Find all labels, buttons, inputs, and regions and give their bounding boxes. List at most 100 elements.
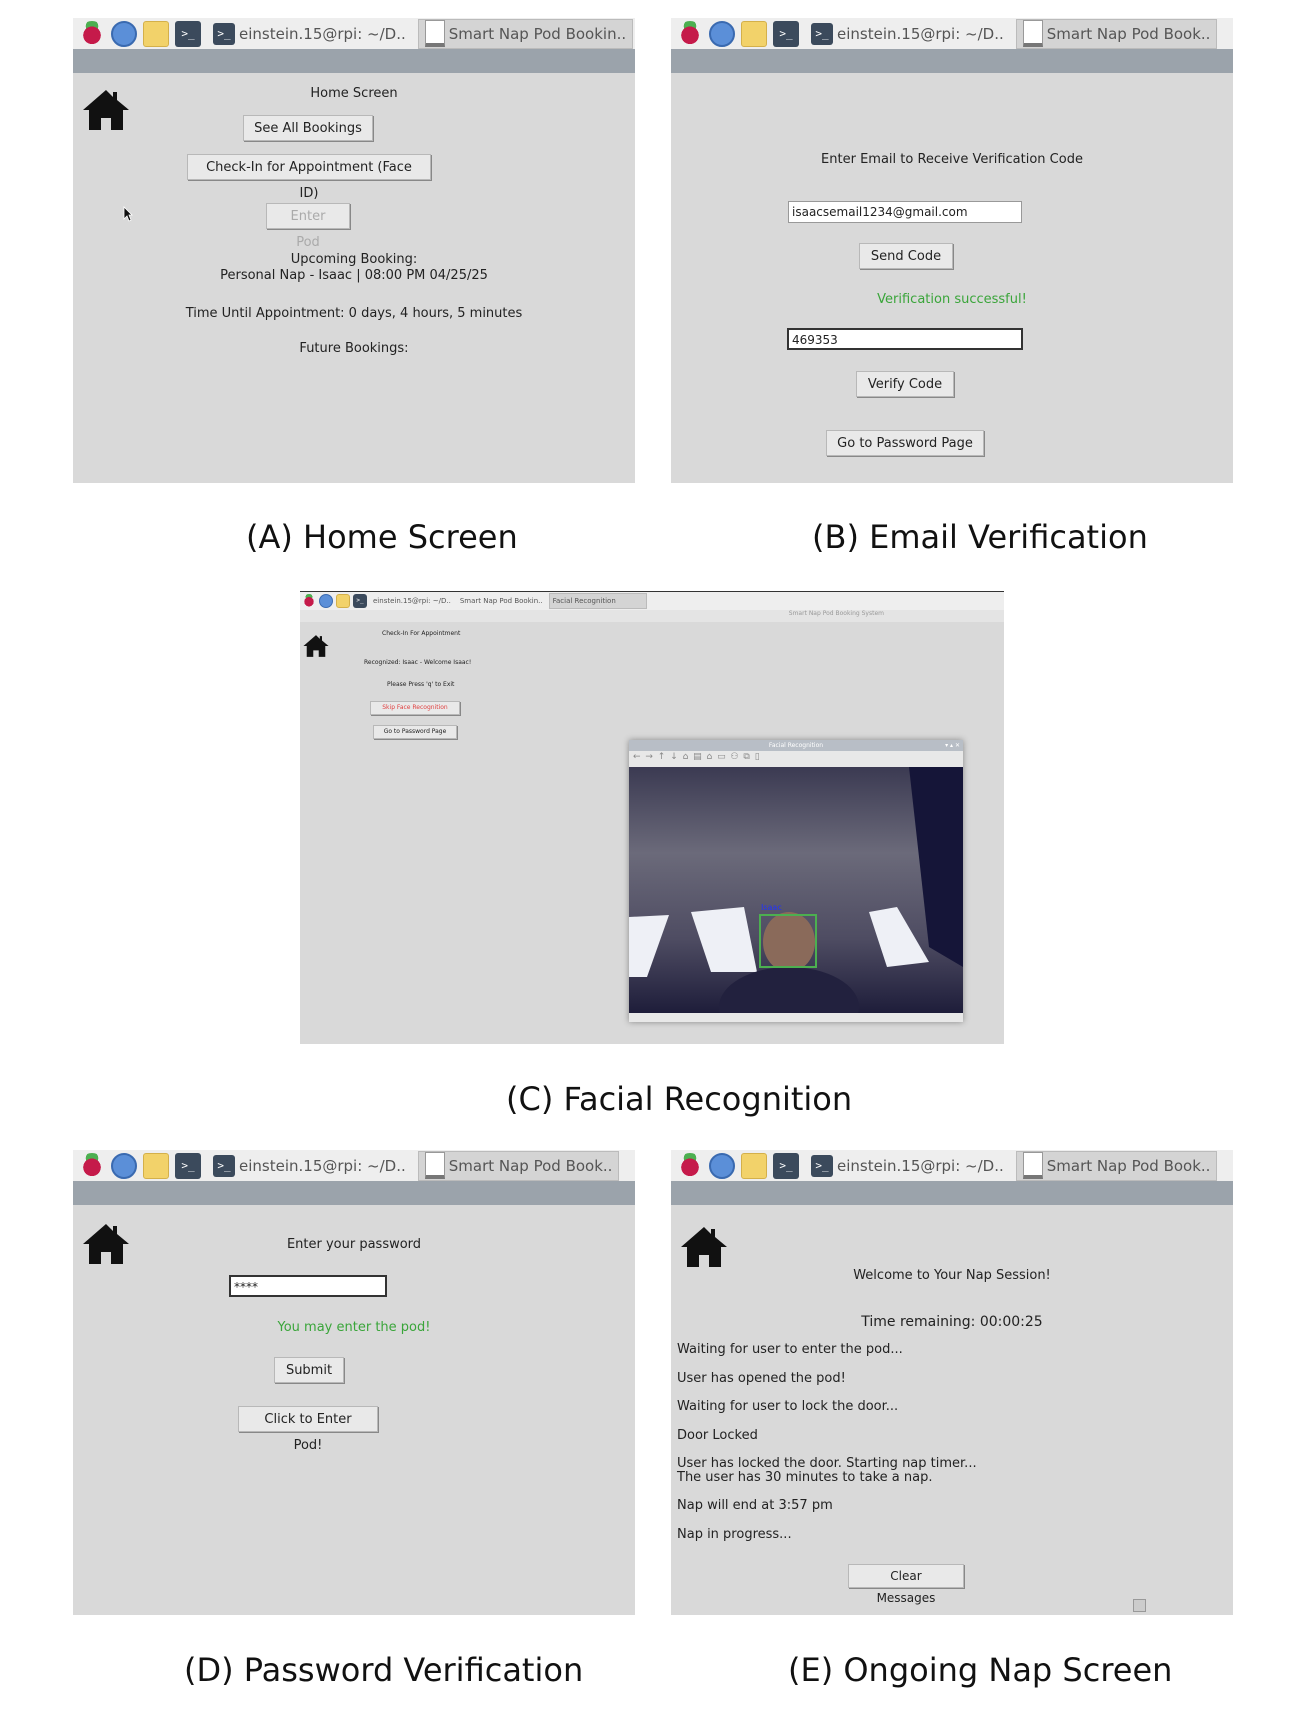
caption-email-verification: (B) Email Verification (812, 518, 1148, 556)
popup-toolbar-icons[interactable]: ← → ↑ ↓ ⌂ ▤ ⌂ ▭ ⚇ ⧉ ▯ (633, 752, 761, 762)
terminal-icon[interactable]: >_ (175, 20, 201, 47)
home-icon[interactable] (302, 634, 330, 658)
window-icon (1022, 20, 1043, 47)
window-titlebar (73, 1181, 635, 1205)
taskbar: >_ einstein.15@rpi: ~/D.. Smart Nap Pod … (300, 592, 1004, 610)
upcoming-booking-value: Personal Nap - Isaac | 08:00 PM 04/25/25 (220, 268, 488, 283)
submit-button[interactable]: Submit (274, 1357, 344, 1383)
terminal-icon[interactable]: >_ (175, 1152, 201, 1179)
see-all-bookings-button[interactable]: See All Bookings (243, 115, 373, 141)
browser-icon[interactable] (709, 20, 735, 47)
verification-code-field[interactable]: 469353 (787, 328, 1023, 350)
browser-icon[interactable] (319, 594, 333, 608)
browser-icon[interactable] (111, 20, 137, 47)
recognized-message: Recognized: Isaac - Welcome Isaac! (364, 659, 472, 666)
task-label: einstein.15@rpi: ~/D.. (373, 597, 451, 605)
resize-grip-icon[interactable] (1133, 1599, 1146, 1612)
terminal-icon: >_ (811, 22, 833, 45)
taskbar: >_ >_ einstein.15@rpi: ~/D.. Smart Nap Po… (671, 18, 1233, 49)
ceiling-lights (629, 767, 963, 1013)
time-remaining: Time remaining: 00:00:25 (861, 1314, 1043, 1330)
taskbar-task-app[interactable]: Smart Nap Pod Bookin.. (457, 594, 546, 608)
status-message: Waiting for user to enter the pod... (677, 1342, 903, 1357)
face-detection-box (759, 914, 817, 968)
skip-face-recognition-button[interactable]: Skip Face Recognition (370, 701, 460, 715)
taskbar-task-terminal[interactable]: einstein.15@rpi: ~/D.. (370, 594, 454, 608)
time-until-appointment: Time Until Appointment: 0 days, 4 hours,… (185, 306, 523, 321)
taskbar-task-app[interactable]: Smart Nap Pod Bookin.. (417, 18, 634, 49)
panel-nap-session: >_ >_ einstein.15@rpi: ~/D.. Smart Nap Po… (671, 1150, 1233, 1615)
password-field[interactable]: **** (229, 1275, 387, 1297)
upcoming-booking-label: Upcoming Booking: (290, 252, 418, 267)
window-titlebar: Smart Nap Pod Booking System (300, 610, 1004, 622)
window-titlebar (73, 49, 635, 73)
taskbar-task-terminal[interactable]: >_ einstein.15@rpi: ~/D.. (207, 1152, 412, 1180)
window-icon (424, 1152, 445, 1179)
taskbar-task-facial[interactable]: Facial Recognition (548, 593, 647, 609)
folder-icon[interactable] (336, 594, 350, 608)
task-label: Smart Nap Pod Book.. (1046, 1156, 1211, 1175)
task-label: Facial Recognition (552, 597, 616, 605)
home-icon[interactable] (679, 1225, 729, 1269)
folder-icon[interactable] (143, 20, 169, 47)
folder-icon[interactable] (741, 1152, 767, 1179)
taskbar-task-app[interactable]: Smart Nap Pod Book.. (1015, 1150, 1218, 1181)
raspberry-pi-menu-icon[interactable] (677, 1152, 703, 1179)
raspberry-pi-menu-icon[interactable] (302, 594, 316, 608)
raspberry-pi-menu-icon[interactable] (677, 20, 703, 47)
status-message: Door Locked (677, 1428, 758, 1443)
caption-facial-recognition: (C) Facial Recognition (506, 1080, 853, 1118)
verification-status: Verification successful! (877, 292, 1027, 307)
panel-home-screen: >_ >_ einstein.15@rpi: ~/D.. Smart Nap Po… (73, 18, 635, 483)
panel-email-verification: >_ >_ einstein.15@rpi: ~/D.. Smart Nap Po… (671, 18, 1233, 483)
status-message: User has locked the door. Starting nap t… (677, 1456, 977, 1471)
terminal-icon: >_ (811, 1154, 833, 1177)
page-title: Check-In For Appointment (382, 630, 461, 637)
go-to-password-page-button[interactable]: Go to Password Page (373, 725, 457, 739)
page-title: Welcome to Your Nap Session! (853, 1268, 1051, 1283)
folder-icon[interactable] (741, 20, 767, 47)
password-status: You may enter the pod! (277, 1320, 431, 1335)
taskbar-task-app[interactable]: Smart Nap Pod Book.. (1015, 18, 1218, 49)
folder-icon[interactable] (143, 1152, 169, 1179)
raspberry-pi-menu-icon[interactable] (79, 20, 105, 47)
go-to-password-page-button[interactable]: Go to Password Page (826, 430, 984, 456)
enter-pod-button[interactable]: Enter Pod (266, 203, 350, 250)
terminal-icon[interactable]: >_ (773, 20, 799, 47)
window-controls-icon[interactable]: ▾ ▴ ✕ (945, 740, 960, 751)
panel-password-verification: >_ >_ einstein.15@rpi: ~/D.. Smart Nap Po… (73, 1150, 635, 1615)
taskbar-task-app[interactable]: Smart Nap Pod Book.. (417, 1150, 620, 1181)
task-label: einstein.15@rpi: ~/D.. (239, 1156, 406, 1175)
popup-titlebar: Facial Recognition ▾ ▴ ✕ (629, 740, 963, 751)
task-label: einstein.15@rpi: ~/D.. (837, 1156, 1004, 1175)
caption-nap-screen: (E) Ongoing Nap Screen (788, 1651, 1173, 1689)
terminal-icon[interactable]: >_ (353, 594, 367, 608)
status-message: Nap will end at 3:57 pm (677, 1498, 833, 1513)
browser-icon[interactable] (709, 1152, 735, 1179)
task-label: Smart Nap Pod Bookin.. (459, 597, 543, 605)
email-field[interactable]: isaacsemail1234@gmail.com (788, 201, 1022, 223)
facial-recognition-window: Facial Recognition ▾ ▴ ✕ ← → ↑ ↓ ⌂ ▤ ⌂ ▭… (629, 740, 963, 1022)
taskbar-task-terminal[interactable]: >_ einstein.15@rpi: ~/D.. (805, 1152, 1010, 1180)
terminal-icon[interactable]: >_ (773, 1152, 799, 1179)
browser-icon[interactable] (111, 1152, 137, 1179)
page-title: Enter your password (286, 1237, 422, 1252)
future-bookings-label: Future Bookings: (299, 341, 409, 356)
caption-password-verification: (D) Password Verification (184, 1651, 584, 1689)
clear-messages-button[interactable]: Clear Messages (848, 1564, 964, 1605)
page-title: Home Screen (310, 86, 398, 101)
camera-feed: Isaac (629, 767, 963, 1013)
taskbar-task-terminal[interactable]: >_ einstein.15@rpi: ~/D.. (207, 20, 412, 48)
window-titlebar (671, 1181, 1233, 1205)
enter-pod-button[interactable]: Click to Enter Pod! (238, 1406, 378, 1453)
verify-code-button[interactable]: Verify Code (856, 371, 954, 397)
terminal-icon: >_ (213, 1154, 235, 1177)
status-message: Waiting for user to lock the door... (677, 1399, 899, 1414)
raspberry-pi-menu-icon[interactable] (79, 1152, 105, 1179)
checkin-face-id-button[interactable]: Check-In for Appointment (Face ID) (187, 154, 431, 201)
task-label: Smart Nap Pod Book.. (1046, 24, 1211, 43)
taskbar: >_ >_ einstein.15@rpi: ~/D.. Smart Nap Po… (671, 1150, 1233, 1181)
send-code-button[interactable]: Send Code (859, 243, 953, 269)
taskbar-task-terminal[interactable]: >_ einstein.15@rpi: ~/D.. (805, 20, 1010, 48)
caption-home-screen: (A) Home Screen (246, 518, 518, 556)
